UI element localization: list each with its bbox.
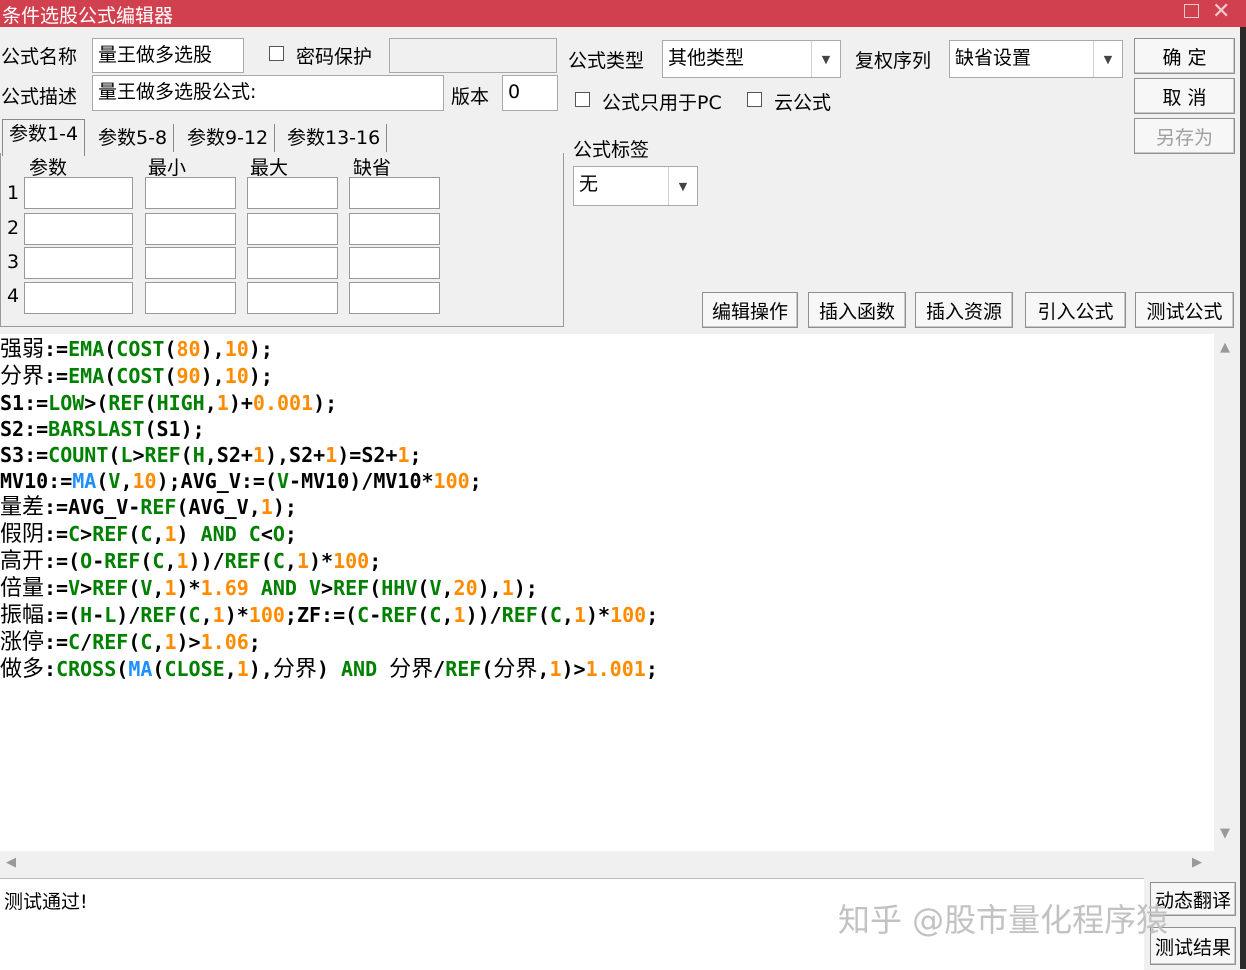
param-2-min-input[interactable] [145,213,236,245]
fuquan-select[interactable]: 缺省设置 ▼ [949,40,1123,78]
vertical-scrollbar[interactable]: ▲ ▼ [1214,334,1240,851]
insert-function-button[interactable]: 插入函数 [808,292,906,328]
param-4-default-input[interactable] [349,282,440,314]
tag-select-value: 无 [579,173,599,195]
param-row-label: 1 [7,182,20,204]
maximize-icon[interactable] [1184,4,1199,18]
param-header-max: 最大 [250,157,289,179]
type-select[interactable]: 其他类型 ▼ [662,40,841,78]
param-3-max-input[interactable] [247,247,338,279]
param-row-label: 3 [7,251,20,273]
type-label: 公式类型 [568,50,645,72]
close-icon[interactable]: ✕ [1212,0,1230,24]
tab-params-13-16[interactable]: 参数13-16 [281,124,388,152]
password-checkbox[interactable] [269,46,284,61]
ok-button[interactable]: 确 定 [1134,38,1235,74]
param-1-max-input[interactable] [247,177,338,209]
cloud-label: 云公式 [774,92,832,114]
title-bar: 条件选股公式编辑器 ✕ [0,0,1246,27]
pc-only-label: 公式只用于PC [602,92,722,114]
save-as-button[interactable]: 另存为 [1134,118,1235,154]
param-4-name-input[interactable] [24,282,133,314]
tab-params-5-8[interactable]: 参数5-8 [92,124,175,152]
watermark: 知乎 @股市量化程序猿 [838,901,1169,939]
name-label: 公式名称 [1,46,78,68]
import-formula-button[interactable]: 引入公式 [1025,292,1126,328]
tab-params-1-4[interactable]: 参数1-4 [2,119,86,156]
param-2-max-input[interactable] [247,213,338,245]
name-input[interactable]: 量王做多选股 [92,38,244,73]
param-1-name-input[interactable] [24,177,133,209]
param-3-name-input[interactable] [24,247,133,279]
test-formula-button[interactable]: 测试公式 [1135,292,1234,328]
tab-params-9-12[interactable]: 参数9-12 [181,124,276,152]
param-4-max-input[interactable] [247,282,338,314]
version-input[interactable]: 0 [502,75,558,111]
window-edge [1240,27,1246,969]
password-label: 密码保护 [296,46,373,68]
chevron-down-icon[interactable]: ▼ [811,41,840,77]
desc-label: 公式描述 [1,86,78,108]
scroll-down-icon[interactable]: ▼ [1220,826,1230,841]
tag-select[interactable]: 无 ▼ [573,166,698,206]
edit-ops-button[interactable]: 编辑操作 [702,292,798,328]
param-4-min-input[interactable] [145,282,236,314]
version-label: 版本 [451,86,490,108]
param-2-default-input[interactable] [349,213,440,245]
param-2-name-input[interactable] [24,213,133,245]
param-1-default-input[interactable] [349,177,440,209]
cloud-checkbox[interactable] [747,92,762,107]
code-editor[interactable]: 强弱:=EMA(COST(80),10); 分界:=EMA(COST(90),1… [0,334,1240,851]
code-text[interactable]: 强弱:=EMA(COST(80),10); 分界:=EMA(COST(90),1… [0,336,658,683]
param-1-min-input[interactable] [145,177,236,209]
param-row-label: 2 [7,217,20,239]
fuquan-label: 复权序列 [855,50,932,72]
cancel-button[interactable]: 取 消 [1134,78,1235,114]
param-3-default-input[interactable] [349,247,440,279]
insert-resource-button[interactable]: 插入资源 [915,292,1013,328]
chevron-down-icon[interactable]: ▼ [1093,41,1122,77]
scroll-up-icon[interactable]: ▲ [1220,340,1230,355]
param-header-default: 缺省 [353,157,392,179]
tag-label: 公式标签 [573,139,650,161]
param-header-min: 最小 [148,157,187,179]
param-header-name: 参数 [29,157,68,179]
param-row-label: 4 [7,285,20,307]
password-input[interactable] [389,38,557,73]
scroll-left-icon[interactable]: ◀ [6,855,16,870]
type-select-value: 其他类型 [668,47,745,69]
chevron-down-icon[interactable]: ▼ [668,167,697,205]
scroll-right-icon[interactable]: ▶ [1192,855,1202,870]
fuquan-select-value: 缺省设置 [955,47,1032,69]
horizontal-scrollbar[interactable]: ◀ ▶ [0,851,1240,875]
pc-only-checkbox[interactable] [575,92,590,107]
param-3-min-input[interactable] [145,247,236,279]
window-title: 条件选股公式编辑器 [2,5,174,27]
status-text: 测试通过! [4,891,88,913]
desc-input[interactable]: 量王做多选股公式: [92,75,444,111]
